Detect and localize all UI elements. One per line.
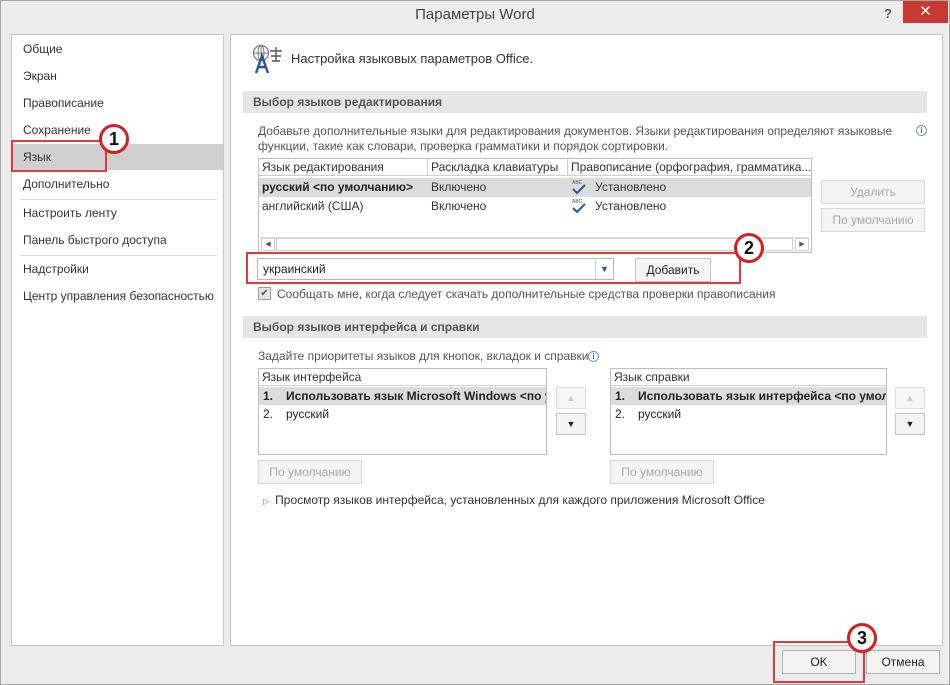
callout-badge: 1 (99, 124, 129, 154)
help-button[interactable]: ? (878, 4, 898, 24)
expand-triangle-icon: ▷ (263, 497, 270, 506)
sidebar-item-proofing[interactable]: Правописание (12, 90, 223, 116)
row-language: английский (США) (262, 199, 364, 213)
horizontal-scrollbar[interactable]: ◀ ▶ (261, 237, 809, 251)
add-language-button[interactable]: Добавить (635, 258, 711, 282)
editing-description: Добавьте дополнительные языки для редакт… (258, 124, 893, 153)
list-item[interactable]: 1. Использовать язык Microsoft Windows <… (259, 387, 546, 405)
item-text: русский (286, 407, 330, 421)
item-number: 1. (615, 389, 626, 403)
display-language-list: Язык интерфейса 1. Использовать язык Mic… (258, 368, 547, 455)
sidebar-item-trust-center[interactable]: Центр управления безопасностью (12, 283, 223, 309)
title-bar: Параметры Word ? ✕ (0, 0, 950, 30)
callout-badge: 3 (847, 623, 877, 653)
sidebar-item-addins[interactable]: Надстройки (12, 256, 223, 282)
info-icon[interactable]: i (588, 351, 599, 362)
arrow-down-icon: ▼ (905, 419, 915, 429)
notify-label: Сообщать мне, когда следует скачать допо… (277, 287, 776, 301)
section-ui-languages: Выбор языков интерфейса и справки (243, 316, 927, 338)
expander-label: Просмотр языков интерфейса, установленны… (275, 493, 765, 507)
move-up-button[interactable]: ▲ (556, 387, 586, 409)
svg-text:ABC: ABC (572, 180, 583, 186)
combobox-value: украинский (263, 262, 326, 276)
set-default-button[interactable]: По умолчанию (821, 208, 925, 232)
row-proofing: Установлено (595, 199, 667, 213)
info-icon[interactable]: i (916, 125, 927, 136)
main-panel: Настройка языковых параметров Office. Вы… (230, 34, 943, 646)
help-default-button[interactable]: По умолчанию (610, 460, 714, 484)
language-settings-icon (252, 44, 282, 74)
move-down-button[interactable]: ▼ (556, 413, 586, 435)
help-language-list: Язык справки 1. Использовать язык интерф… (610, 368, 887, 455)
help-move-up-button[interactable]: ▲ (895, 387, 925, 409)
callout-badge: 2 (734, 233, 764, 263)
help-move-down-button[interactable]: ▼ (895, 413, 925, 435)
item-number: 2. (615, 407, 626, 421)
display-language-header: Язык интерфейса (259, 369, 546, 386)
table-row[interactable]: русский <по умолчанию> Включено ABC Уста… (259, 178, 811, 197)
language-combobox[interactable]: украинский ▼ (257, 258, 614, 280)
scroll-left-icon[interactable]: ◀ (261, 238, 275, 251)
list-item[interactable]: 2. русский (611, 405, 886, 423)
sidebar-item-customize-ribbon[interactable]: Настроить ленту (12, 200, 223, 226)
column-header-proofing[interactable]: Правописание (орфография, грамматика... (568, 159, 811, 176)
column-header-keyboard[interactable]: Раскладка клавиатуры (428, 159, 568, 176)
remove-button[interactable]: Удалить (821, 180, 925, 204)
chevron-down-icon[interactable]: ▼ (595, 259, 613, 279)
arrow-up-icon: ▲ (566, 393, 576, 403)
list-item[interactable]: 2. русский (259, 405, 546, 423)
arrow-down-icon: ▼ (566, 419, 576, 429)
help-language-header: Язык справки (611, 369, 886, 386)
window-title: Параметры Word (415, 6, 535, 23)
spellcheck-icon: ABC (571, 198, 591, 220)
arrow-up-icon: ▲ (905, 393, 915, 403)
row-keyboard: Включено (431, 199, 487, 213)
ui-lang-description: Задайте приоритеты языков для кнопок, вк… (258, 349, 589, 363)
display-default-button[interactable]: По умолчанию (258, 460, 362, 484)
row-proofing: Установлено (595, 180, 667, 194)
sidebar-item-general[interactable]: Общие (12, 36, 223, 62)
section-editing-languages: Выбор языков редактирования (243, 91, 927, 113)
item-text: Использовать язык Microsoft Windows <по … (286, 389, 546, 403)
scroll-right-icon[interactable]: ▶ (795, 238, 809, 251)
row-language: русский <по умолчанию> (262, 180, 414, 194)
item-number: 1. (263, 389, 274, 403)
column-header-language[interactable]: Язык редактирования (259, 159, 428, 176)
item-text: русский (638, 407, 682, 421)
sidebar-item-advanced[interactable]: Дополнительно (12, 171, 223, 197)
ok-button[interactable]: OK (782, 650, 856, 674)
page-title: Настройка языковых параметров Office. (291, 51, 534, 66)
notify-checkbox[interactable]: ✔ (258, 287, 271, 300)
view-installed-languages-expander[interactable]: ▷ Просмотр языков интерфейса, установленн… (263, 493, 765, 507)
svg-text:ABC: ABC (572, 199, 583, 205)
sidebar-item-quick-access[interactable]: Панель быстрого доступа (12, 227, 223, 253)
list-item[interactable]: 1. Использовать язык интерфейса <по умол… (611, 387, 886, 405)
item-text: Использовать язык интерфейса <по умолч (638, 389, 886, 403)
cancel-button[interactable]: Отмена (866, 650, 940, 674)
editing-languages-grid: Язык редактирования Раскладка клавиатуры… (258, 158, 812, 253)
sidebar-item-display[interactable]: Экран (12, 63, 223, 89)
close-icon: ✕ (919, 3, 932, 20)
row-keyboard: Включено (431, 180, 487, 194)
item-number: 2. (263, 407, 274, 421)
close-button[interactable]: ✕ (903, 1, 948, 23)
scroll-thumb[interactable] (276, 238, 793, 251)
table-row[interactable]: английский (США) Включено ABC Установлен… (259, 197, 811, 216)
